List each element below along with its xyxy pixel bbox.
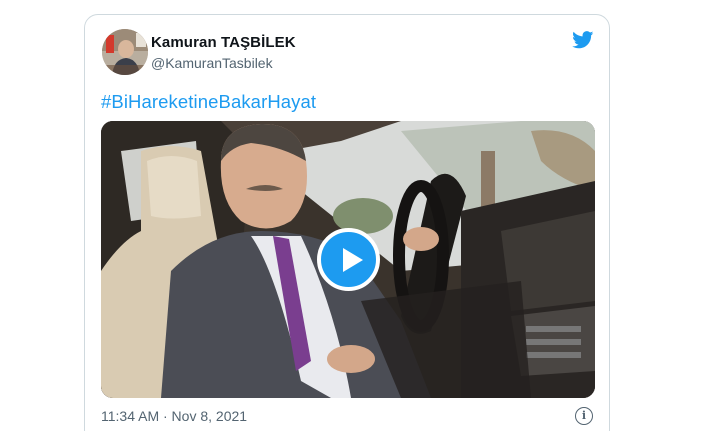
twitter-bird-icon[interactable] bbox=[572, 31, 594, 49]
play-button[interactable] bbox=[317, 228, 380, 291]
avatar-image bbox=[102, 29, 148, 75]
video-player[interactable] bbox=[101, 121, 595, 398]
tweet-timestamp[interactable]: 11:34 AM · Nov 8, 2021 bbox=[101, 408, 247, 424]
tweet-card[interactable]: Kamuran TAŞBİLEK @KamuranTasbilek #BiHar… bbox=[84, 14, 610, 431]
author-name[interactable]: Kamuran TAŞBİLEK bbox=[151, 34, 296, 51]
avatar[interactable] bbox=[102, 29, 148, 75]
play-icon bbox=[343, 248, 363, 272]
tweet-hashtag[interactable]: #BiHareketineBakarHayat bbox=[101, 91, 316, 113]
info-icon[interactable]: i bbox=[575, 407, 593, 425]
author-handle[interactable]: @KamuranTasbilek bbox=[151, 55, 273, 71]
